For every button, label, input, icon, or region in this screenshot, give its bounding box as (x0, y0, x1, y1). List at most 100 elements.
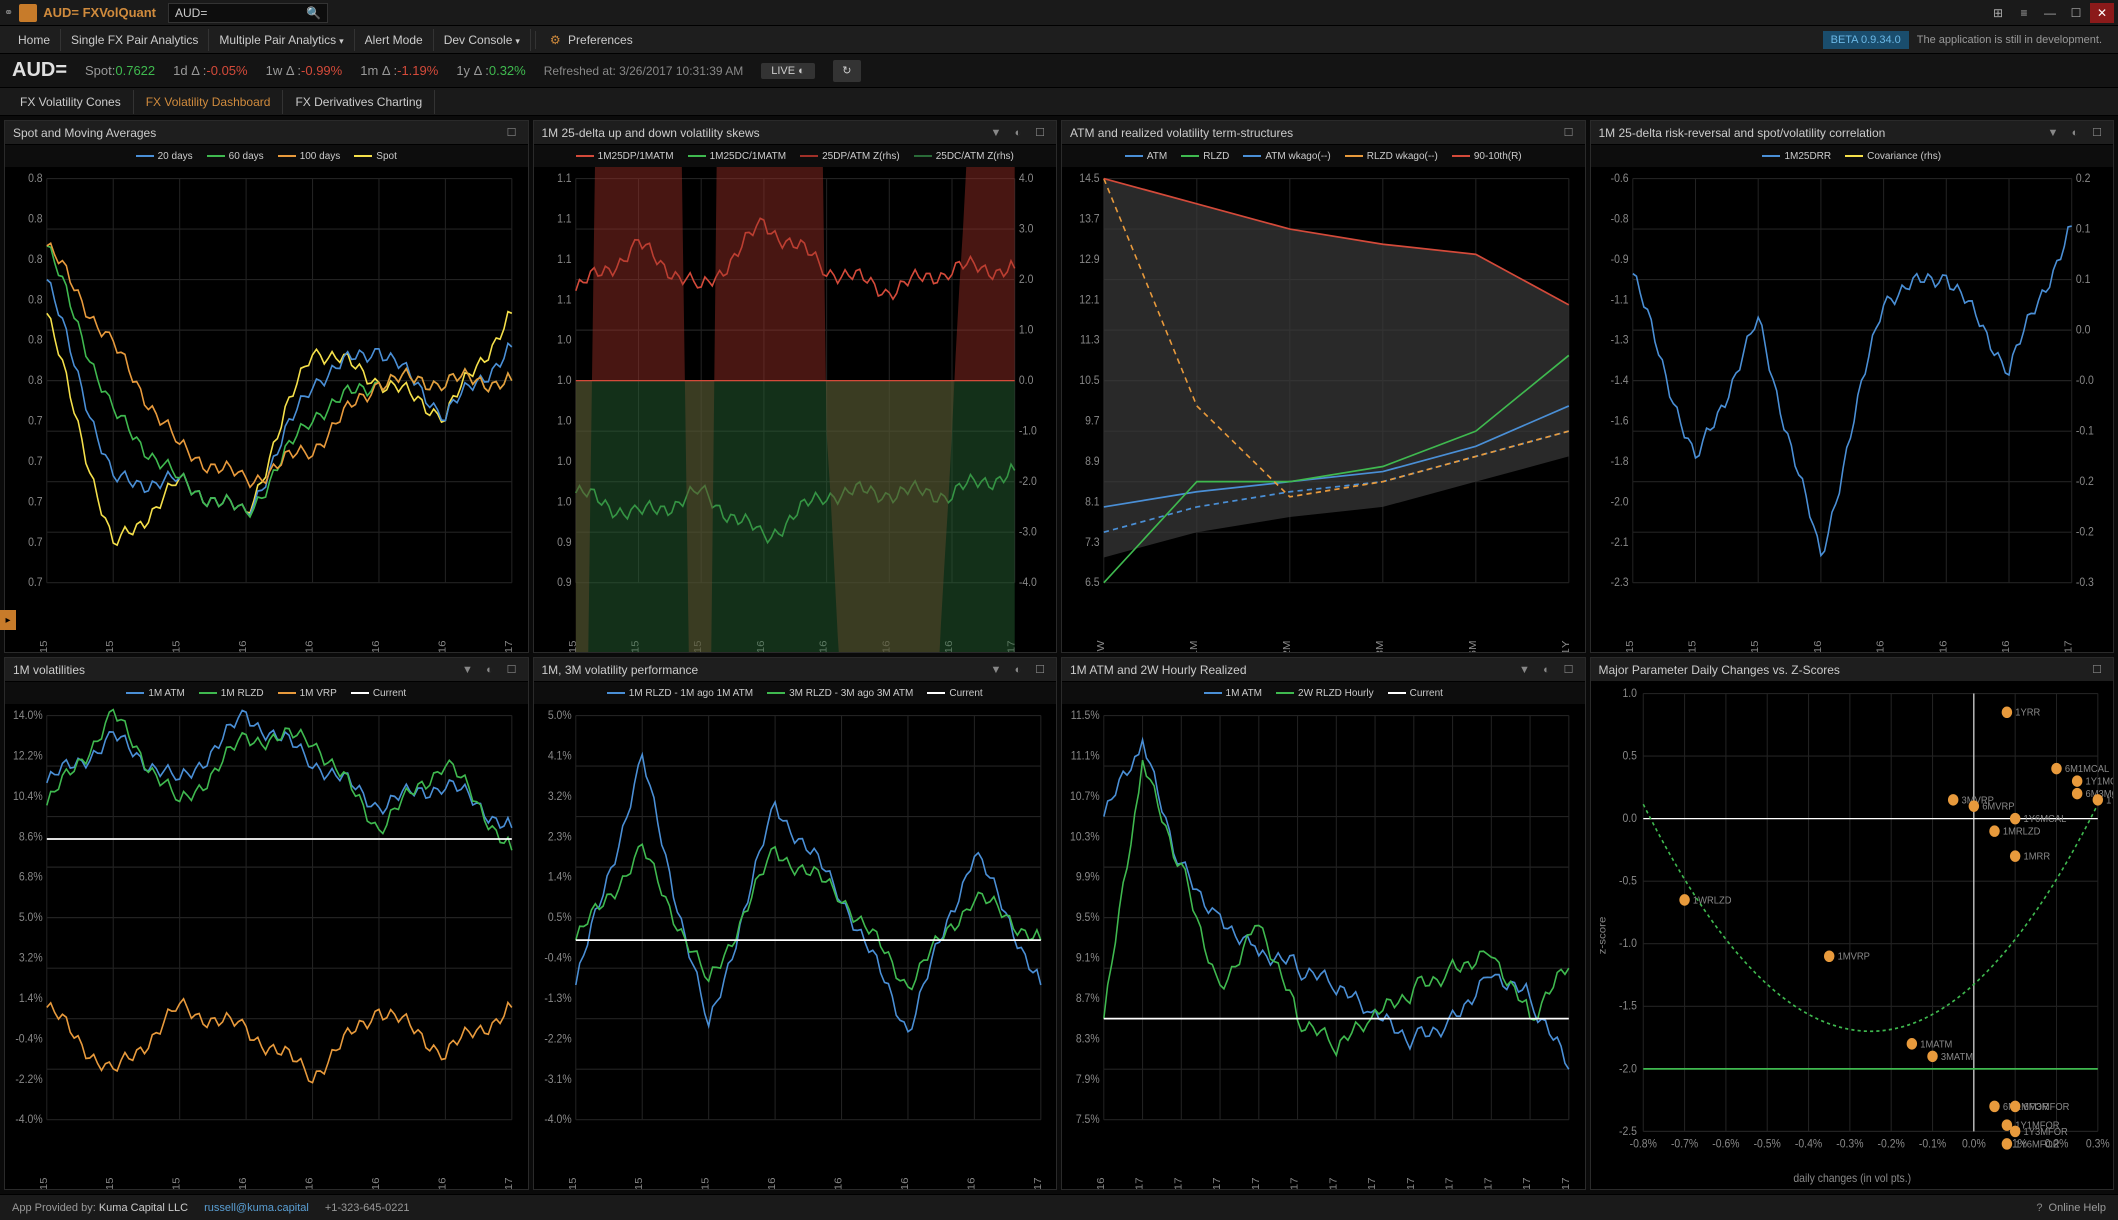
maximize-panel-icon[interactable]: ☐ (1561, 125, 1577, 141)
help-icon[interactable]: ? (2036, 1202, 2042, 1214)
maximize-panel-icon[interactable]: ☐ (1561, 662, 1577, 678)
legend-item: 90-10th(R) (1452, 151, 1522, 162)
svg-text:-1.6: -1.6 (1610, 415, 1628, 428)
menu-multiple-pair-analytics[interactable]: Multiple Pair Analytics▾ (209, 29, 354, 51)
svg-text:0.7: 0.7 (28, 577, 43, 590)
toggle-icon[interactable]: ◐ (1539, 662, 1555, 678)
legend: 1M ATM2W RLZD HourlyCurrent (1062, 682, 1585, 704)
svg-text:6M1MCAL: 6M1MCAL (2064, 764, 2109, 776)
expand-handle[interactable]: ▸ (0, 610, 16, 630)
panel-4: 1M volatilities ▼◐☐ 1M ATM1M RLZD1M VRPC… (4, 657, 529, 1190)
maximize-panel-icon[interactable]: ☐ (2089, 662, 2105, 678)
legend-item: 1M25DC/1MATM (688, 151, 787, 162)
svg-text:10.4%: 10.4% (13, 790, 43, 803)
maximize-panel-icon[interactable]: ☐ (1032, 662, 1048, 678)
filter-icon[interactable]: ▼ (988, 125, 1004, 141)
svg-text:23-Feb 17: 23-Feb 17 (1032, 1177, 1043, 1189)
filter-icon[interactable]: ▼ (460, 662, 476, 678)
svg-text:11.1%: 11.1% (1071, 750, 1100, 763)
chart-body[interactable]: 1.11.11.11.11.01.01.01.01.00.90.94.03.02… (534, 167, 1057, 652)
menu-home[interactable]: Home (8, 29, 61, 51)
menu-alert-mode[interactable]: Alert Mode (355, 29, 434, 51)
toggle-icon[interactable]: ◐ (2067, 125, 2083, 141)
chart-body[interactable]: 1.00.50.0-0.5-1.0-1.5-2.0-2.5-0.8%-0.7%-… (1591, 682, 2114, 1189)
contact-email[interactable]: russell@kuma.capital (204, 1202, 309, 1214)
chart-body[interactable]: -0.6-0.8-0.9-1.1-1.3-1.4-1.6-1.8-2.0-2.1… (1591, 167, 2114, 652)
tab-fx-volatility-cones[interactable]: FX Volatility Cones (8, 90, 134, 114)
tab-fx-volatility-dashboard[interactable]: FX Volatility Dashboard (134, 90, 284, 114)
svg-text:10.7%: 10.7% (1070, 790, 1100, 803)
svg-text:17-Feb 17: 17-Feb 17 (1367, 1177, 1378, 1189)
svg-text:27-Aug 16: 27-Aug 16 (370, 640, 381, 652)
svg-text:9.7: 9.7 (1085, 415, 1100, 428)
chart-body[interactable]: 5.0%4.1%3.2%2.3%1.4%0.5%-0.4%-1.3%-2.2%-… (534, 704, 1057, 1189)
svg-text:1.0: 1.0 (1622, 688, 1637, 701)
svg-text:29-May 16: 29-May 16 (304, 1177, 315, 1189)
svg-text:0.9: 0.9 (557, 536, 572, 549)
chart-body[interactable]: 11.5%11.1%10.7%10.3%9.9%9.5%9.1%8.7%8.3%… (1062, 704, 1585, 1189)
svg-text:6M3MFOR: 6M3MFOR (2023, 1101, 2069, 1113)
svg-text:-0.4%: -0.4% (1794, 1138, 1821, 1151)
chart-body[interactable]: 0.80.80.80.80.80.80.70.70.70.70.704-Jun … (5, 167, 528, 652)
svg-text:6M: 6M (1467, 640, 1478, 652)
svg-text:0.7: 0.7 (28, 536, 43, 549)
minimize-button[interactable]: — (2038, 3, 2062, 23)
svg-text:01-Dec 15: 01-Dec 15 (1749, 640, 1760, 652)
legend-item: 100 days (278, 151, 341, 162)
maximize-panel-icon[interactable]: ☐ (2089, 125, 2105, 141)
svg-text:-2.0: -2.0 (1610, 496, 1628, 509)
chart-body[interactable]: 14.513.712.912.111.310.59.78.98.17.36.51… (1062, 167, 1585, 652)
svg-text:0.8: 0.8 (28, 334, 43, 347)
online-help-link[interactable]: Online Help (2049, 1202, 2106, 1214)
search-input[interactable] (175, 6, 306, 20)
svg-text:23-Feb 17: 23-Feb 17 (503, 1177, 514, 1189)
link-icon[interactable]: ⚭ (4, 6, 13, 19)
svg-text:23-Feb 17: 23-Feb 17 (503, 640, 514, 652)
toggle-icon[interactable]: ◐ (1010, 662, 1026, 678)
legend-item: ATM (1125, 151, 1167, 162)
close-button[interactable]: ✕ (2090, 3, 2114, 23)
legend-item: Covariance (rhs) (1845, 151, 1941, 162)
legend: 1M ATM1M RLZD1M VRPCurrent (5, 682, 528, 704)
chart-body[interactable]: 14.0%12.2%10.4%8.6%6.8%5.0%3.2%1.4%-0.4%… (5, 704, 528, 1189)
filter-icon[interactable]: ▼ (988, 662, 1004, 678)
svg-text:-0.0: -0.0 (2075, 375, 2093, 388)
preferences-menu[interactable]: ⚙ Preferences (540, 29, 643, 51)
filter-icon[interactable]: ▼ (1517, 662, 1533, 678)
svg-text:17-Mar 17: 17-Mar 17 (1522, 1177, 1533, 1189)
menu-single-fx-pair-analytics[interactable]: Single FX Pair Analytics (61, 29, 209, 51)
menu-icon[interactable]: ≡ (2012, 3, 2036, 23)
svg-text:1MRLZD: 1MRLZD (2002, 826, 2040, 838)
toggle-icon[interactable]: ◐ (1010, 125, 1026, 141)
panel-header: Major Parameter Daily Changes vs. Z-Scor… (1591, 658, 2114, 682)
panel-header: ATM and realized volatility term-structu… (1062, 121, 1585, 145)
svg-text:8.9: 8.9 (1085, 455, 1100, 468)
filter-icon[interactable]: ▼ (2045, 125, 2061, 141)
svg-text:1Y3MCAL: 1Y3MCAL (2106, 795, 2113, 807)
live-badge[interactable]: LIVE ◐ (761, 63, 815, 79)
panel-header: 1M volatilities ▼◐☐ (5, 658, 528, 682)
svg-text:25-Nov 16: 25-Nov 16 (965, 1177, 976, 1189)
layout-icon[interactable]: ⊞ (1986, 3, 2010, 23)
legend: 1M RLZD - 1M ago 1M ATM3M RLZD - 3M ago … (534, 682, 1057, 704)
svg-text:-0.7%: -0.7% (1670, 1138, 1697, 1151)
svg-text:-1.3: -1.3 (1610, 334, 1628, 347)
svg-text:-3.1%: -3.1% (544, 1073, 571, 1086)
maximize-panel-icon[interactable]: ☐ (504, 125, 520, 141)
refresh-button[interactable]: ↻ (833, 60, 861, 82)
menu-dev-console[interactable]: Dev Console▾ (434, 29, 531, 51)
tab-fx-derivatives-charting[interactable]: FX Derivatives Charting (283, 90, 435, 114)
search-icon[interactable]: 🔍 (306, 6, 321, 20)
panel-header: Spot and Moving Averages ☐ (5, 121, 528, 145)
maximize-button[interactable]: ☐ (2064, 3, 2088, 23)
search-box[interactable]: 🔍 (168, 3, 328, 23)
maximize-panel-icon[interactable]: ☐ (504, 662, 520, 678)
svg-text:29-Feb 16: 29-Feb 16 (766, 1177, 777, 1189)
svg-text:13.7: 13.7 (1079, 213, 1099, 226)
maximize-panel-icon[interactable]: ☐ (1032, 125, 1048, 141)
toggle-icon[interactable]: ◐ (482, 662, 498, 678)
svg-text:0.8: 0.8 (28, 253, 43, 266)
panel-title: Major Parameter Daily Changes vs. Z-Scor… (1599, 663, 2090, 677)
svg-text:-2.2%: -2.2% (544, 1033, 571, 1046)
legend-item: 1M VRP (278, 688, 337, 699)
